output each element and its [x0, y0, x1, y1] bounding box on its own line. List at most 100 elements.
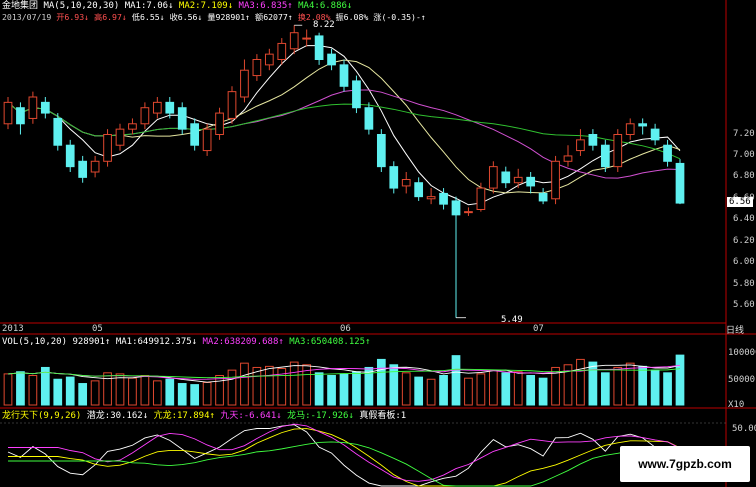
price-tick-label: 6.80	[733, 171, 755, 182]
price-tick-label: 5.60	[733, 299, 755, 310]
volume-bar	[40, 366, 50, 406]
volume-bar	[501, 372, 511, 406]
volume-bar	[675, 354, 685, 406]
candle-body	[103, 134, 112, 162]
candle-body	[277, 42, 287, 60]
volume-bar	[28, 375, 38, 406]
ind-longma-line	[8, 441, 681, 487]
volume-bar	[352, 371, 361, 406]
volume-bar	[3, 373, 13, 406]
candle-body	[190, 123, 200, 146]
volume-bar	[177, 383, 187, 406]
candle-body	[264, 53, 274, 66]
candle-body	[177, 107, 187, 130]
volume-bar	[289, 361, 299, 406]
volume-bar	[538, 377, 548, 406]
price-tick-label: 6.40	[733, 214, 755, 225]
volume-bar	[103, 372, 112, 406]
volume-bar	[115, 373, 125, 406]
volume-bar	[638, 365, 648, 406]
volume-bar	[451, 355, 461, 406]
volume-bar	[314, 372, 324, 406]
candle-body	[526, 176, 536, 187]
candle-body	[314, 35, 324, 60]
candle-body	[513, 176, 523, 184]
time-label-2013: 2013	[2, 324, 24, 334]
candle-body	[90, 160, 100, 173]
volume-bar	[488, 369, 498, 406]
candle-body	[327, 53, 336, 66]
candle-body	[464, 211, 473, 214]
candle-body	[414, 182, 424, 198]
candle-body	[451, 200, 461, 216]
vol-axis-50000: 50000	[728, 375, 756, 385]
ind-axis-50: 50.00	[732, 424, 756, 434]
volume-bar	[439, 375, 448, 406]
volume-bar	[476, 373, 486, 406]
high-price-mark: 8.22	[313, 20, 335, 30]
chart-canvas[interactable]	[0, 0, 756, 487]
watermark-logo: www.7gpzb.com	[620, 446, 750, 482]
candle-body	[638, 123, 648, 127]
candle-body	[128, 123, 137, 130]
candle-body	[613, 134, 623, 168]
candle-body	[115, 128, 125, 146]
volume-bar	[202, 381, 212, 406]
ind-jiutian-line	[8, 423, 681, 482]
price-tick-label: 5.80	[733, 278, 755, 289]
volume-bar	[401, 372, 411, 406]
price-tick-label: 6.20	[733, 235, 755, 246]
volume-bar	[90, 380, 100, 406]
candle-body	[625, 123, 635, 135]
candle-body	[538, 192, 548, 202]
candle-body	[289, 32, 299, 50]
candle-body	[600, 144, 610, 168]
volume-bar	[190, 384, 200, 406]
candle-body	[563, 155, 573, 162]
volume-bar	[128, 377, 137, 406]
volume-bar	[152, 380, 162, 406]
time-label-05: 05	[92, 324, 103, 334]
stock-chart-window: 金地集团 MA(5,10,20,30) MA1:7.06↓ MA2:7.109↓…	[0, 0, 756, 487]
candle-body	[352, 80, 361, 109]
volume-bar	[414, 376, 424, 406]
time-label-07: 07	[533, 324, 544, 334]
volume-bar	[339, 373, 349, 406]
volume-bar	[240, 362, 249, 406]
candle-body	[501, 171, 511, 184]
candle-body	[364, 107, 374, 130]
volume-bar	[600, 372, 610, 406]
volume-bar	[613, 366, 623, 406]
volume-bar	[215, 375, 224, 406]
candle-body	[152, 101, 162, 114]
candle-body	[28, 96, 38, 119]
volume-bar	[53, 378, 63, 406]
volume-bar	[376, 358, 386, 406]
time-label-06: 06	[340, 324, 351, 334]
volume-bar	[65, 376, 75, 406]
volume-bar	[576, 358, 585, 406]
volume-bar	[650, 369, 660, 406]
volume-bar	[78, 383, 88, 406]
volume-bar	[663, 372, 672, 406]
volume-bar	[327, 375, 336, 406]
volume-bar	[526, 375, 536, 406]
candle-body	[165, 101, 175, 114]
volume-bar	[264, 365, 274, 406]
volume-bar	[227, 369, 237, 406]
candle-body	[488, 166, 498, 189]
candle-body	[551, 160, 560, 200]
volume-bar	[389, 364, 399, 406]
candle-body	[240, 69, 249, 98]
candle-body	[78, 160, 88, 178]
candle-body	[3, 101, 13, 125]
candle-body	[426, 196, 436, 200]
volume-bar	[165, 378, 175, 406]
volume-bar	[513, 371, 523, 406]
period-label[interactable]: 日线	[726, 323, 744, 336]
candle-body	[215, 112, 224, 135]
candle-body	[476, 187, 486, 210]
price-tick-label: 7.20	[733, 128, 755, 139]
volume-bar	[464, 377, 473, 406]
panel-frames	[0, 0, 756, 487]
